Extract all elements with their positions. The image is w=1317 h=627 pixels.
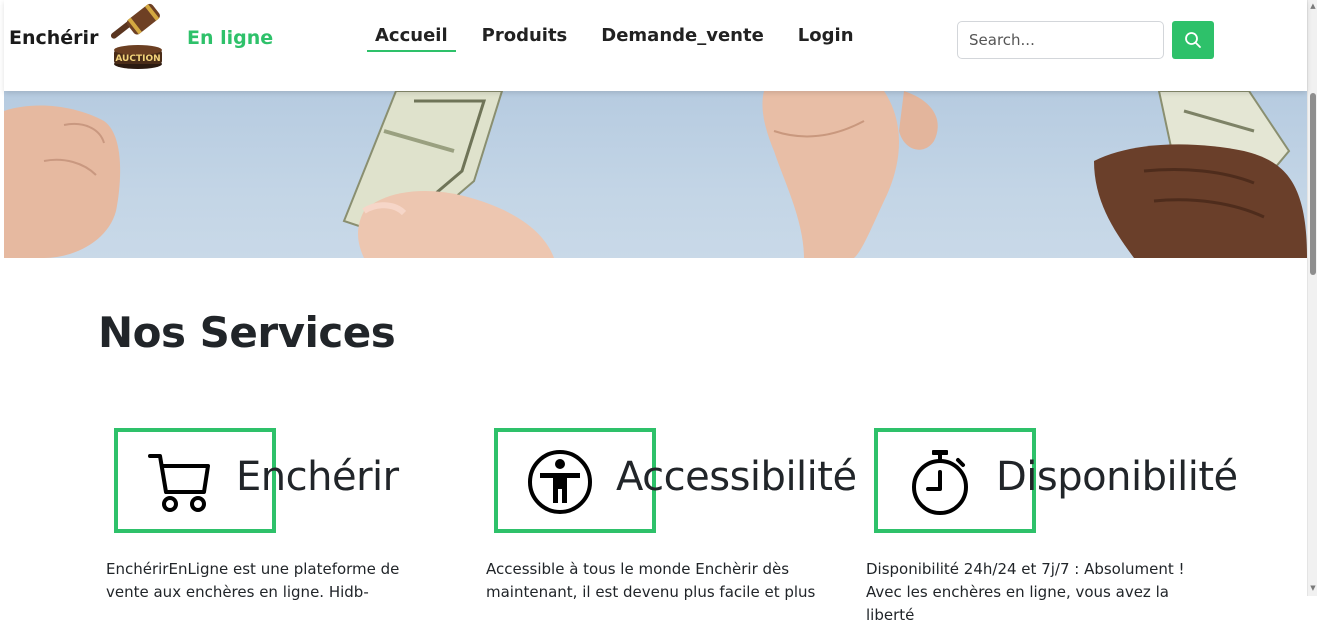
scroll-down-icon[interactable]: ▼	[1309, 584, 1317, 592]
section-title: Nos Services	[98, 308, 396, 357]
search-icon	[1185, 32, 1201, 48]
auction-gavel-logo[interactable]: AUCTION	[100, 2, 172, 70]
accessibility-icon	[528, 450, 592, 514]
service-card-encherir: Enchérir EnchérirEnLigne est une platefo…	[104, 428, 524, 608]
service-description: Disponibilité 24h/24 et 7j/7 : Absolumen…	[866, 560, 1185, 624]
nav-produits[interactable]: Produits	[474, 25, 576, 50]
main-nav: Accueil Produits Demande_vente Login	[367, 25, 880, 52]
brand-name-right[interactable]: En ligne	[187, 27, 273, 49]
page-scrollbar[interactable]: ▲ ▼	[1307, 0, 1317, 596]
logo-text: AUCTION	[115, 54, 160, 64]
service-description: Accessible à tous le monde Enchèrir dès …	[486, 560, 816, 601]
service-title: Accessibilité	[616, 454, 857, 500]
nav-login[interactable]: Login	[790, 25, 862, 50]
stopwatch-icon	[912, 450, 968, 515]
service-title: Disponibilité	[996, 454, 1238, 500]
scrollbar-thumb[interactable]	[1310, 93, 1316, 275]
service-card-disponibilite: Disponibilité Disponibilité 24h/24 et 7j…	[864, 428, 1284, 624]
brand-name-left[interactable]: Enchérir	[9, 27, 98, 49]
scroll-up-icon[interactable]: ▲	[1309, 2, 1317, 10]
search-input[interactable]	[957, 21, 1164, 59]
search-button[interactable]	[1172, 21, 1214, 59]
nav-demande-vente[interactable]: Demande_vente	[593, 25, 772, 50]
service-card-accessibilite: Accessibilité Accessible à tous le monde…	[484, 428, 904, 608]
hero-banner	[4, 91, 1307, 258]
nav-accueil[interactable]: Accueil	[367, 25, 456, 52]
service-title: Enchérir	[236, 454, 399, 500]
cart-icon	[148, 454, 210, 512]
money-hands-image	[4, 91, 1307, 258]
service-description: EnchérirEnLigne est une plateforme de ve…	[106, 560, 400, 601]
navbar: Enchérir AUCTION En ligne Accueil Produi…	[4, 0, 1307, 91]
